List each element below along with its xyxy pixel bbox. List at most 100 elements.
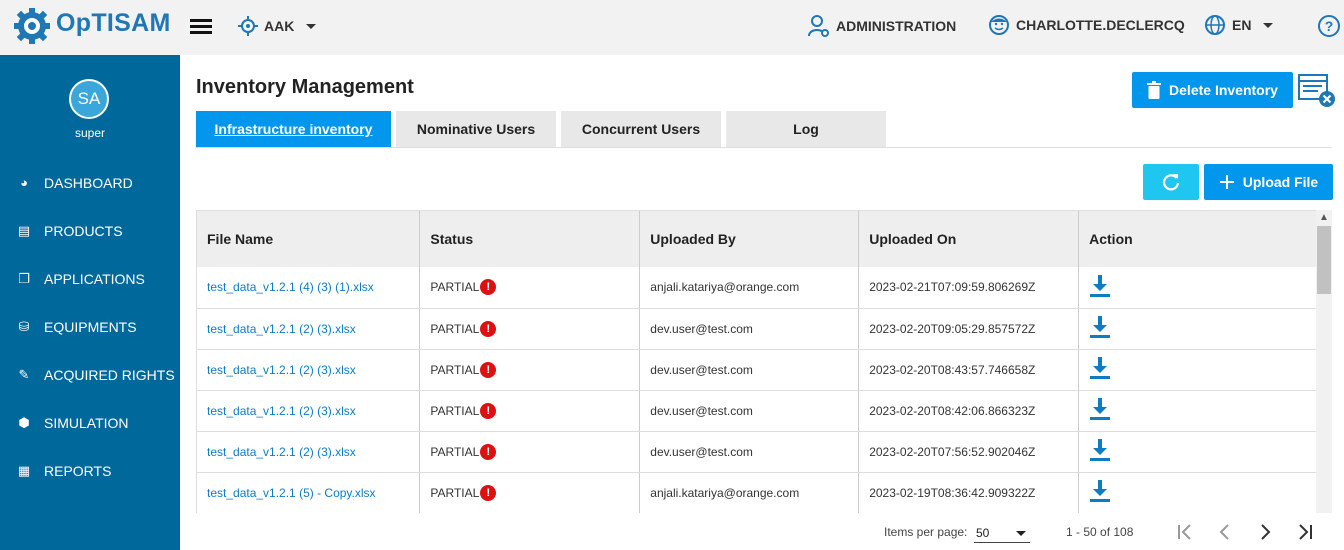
products-icon: ▤	[17, 223, 31, 238]
language-label: EN	[1232, 17, 1252, 33]
status-cell: PARTIAL!	[419, 308, 641, 350]
error-icon[interactable]: !	[480, 361, 497, 378]
table-row: test_data_v1.2.1 (2) (3).xlsx PARTIAL! d…	[197, 431, 1317, 473]
logo[interactable]: OpTISAM	[0, 0, 180, 55]
status-text: PARTIAL	[430, 321, 480, 336]
sidebar-item-label: REPORTS	[44, 463, 112, 479]
tab-infrastructure-inventory[interactable]: Infrastructure inventory	[196, 111, 391, 147]
file-name-link[interactable]: test_data_v1.2.1 (2) (3).xlsx	[197, 390, 421, 432]
inventory-table: File Name Status Uploaded By Uploaded On…	[196, 210, 1332, 550]
gear-logo-icon	[14, 8, 50, 44]
status-cell: PARTIAL!	[419, 267, 641, 309]
user-label: CHARLOTTE.DECLERCQ	[1016, 17, 1185, 33]
file-name-link[interactable]: test_data_v1.2.1 (4) (3) (1).xlsx	[197, 267, 421, 309]
plus-icon	[1219, 175, 1234, 189]
first-page-icon[interactable]	[1174, 521, 1196, 543]
tenant-label: AAK	[264, 18, 295, 34]
top-bar: OpTISAM AAK ADMINISTRATION CHARLOTTE.DEC…	[0, 0, 1344, 55]
avatar[interactable]: SA	[69, 79, 109, 119]
tab-log[interactable]: Log	[726, 111, 886, 147]
refresh-icon	[1162, 174, 1180, 191]
download-icon[interactable]	[1089, 397, 1111, 424]
tab-bar: Infrastructure inventory Nominative User…	[196, 111, 886, 147]
uploaded-by-cell: anjali.katariya@orange.com	[639, 472, 860, 514]
status-cell: PARTIAL!	[419, 431, 641, 473]
action-cell	[1078, 390, 1317, 432]
sidebar-item-label: APPLICATIONS	[44, 271, 145, 287]
column-header-file-name[interactable]: File Name	[197, 211, 421, 267]
next-page-icon[interactable]	[1254, 521, 1276, 543]
column-header-uploaded-by[interactable]: Uploaded By	[639, 211, 860, 267]
download-icon[interactable]	[1089, 438, 1111, 465]
error-icon[interactable]: !	[480, 402, 497, 419]
sidebar-item-equipments[interactable]: ⛁ EQUIPMENTS	[0, 307, 180, 347]
action-cell	[1078, 472, 1317, 514]
status-text: PARTIAL	[430, 280, 480, 295]
help-icon[interactable]: ?	[1318, 15, 1340, 37]
items-per-page-label: Items per page:	[884, 525, 968, 539]
sidebar-item-simulation[interactable]: ⬢ SIMULATION	[0, 403, 180, 443]
sidebar-item-reports[interactable]: ▦ REPORTS	[0, 451, 180, 491]
status-cell: PARTIAL!	[419, 349, 641, 391]
chevron-down-icon	[1263, 22, 1274, 28]
previous-page-icon[interactable]	[1214, 521, 1236, 543]
sidebar-item-dashboard[interactable]: ◕ DASHBOARD	[0, 163, 180, 203]
table-header-row: File Name Status Uploaded By Uploaded On…	[197, 211, 1317, 267]
last-page-icon[interactable]	[1294, 521, 1316, 543]
error-icon[interactable]: !	[480, 279, 497, 296]
simulation-icon: ⬢	[18, 415, 30, 430]
scroll-up-icon[interactable]: ▲	[1316, 210, 1332, 226]
menu-toggle-button[interactable]	[190, 16, 212, 38]
sidebar-item-label: PRODUCTS	[44, 223, 123, 239]
tab-nominative-users[interactable]: Nominative Users	[396, 111, 556, 147]
sidebar-item-label: ACQUIRED RIGHTS	[44, 367, 175, 383]
tab-concurrent-users[interactable]: Concurrent Users	[561, 111, 721, 147]
sidebar-item-label: SIMULATION	[44, 415, 129, 431]
sidebar: SA super ◕ DASHBOARD ▤ PRODUCTS ❐ APPLIC…	[0, 55, 180, 550]
uploaded-by-cell: dev.user@test.com	[639, 390, 860, 432]
uploaded-on-cell: 2023-02-20T09:05:29.857572Z	[858, 308, 1080, 350]
download-icon[interactable]	[1089, 315, 1111, 342]
refresh-button[interactable]	[1143, 164, 1199, 200]
download-icon[interactable]	[1089, 274, 1111, 301]
delete-inventory-button[interactable]: Delete Inventory	[1132, 72, 1293, 108]
file-name-link[interactable]: test_data_v1.2.1 (2) (3).xlsx	[197, 308, 421, 350]
uploaded-on-cell: 2023-02-21T07:09:59.806269Z	[858, 267, 1080, 309]
uploaded-by-cell: dev.user@test.com	[639, 349, 860, 391]
app-name: OpTISAM	[56, 9, 171, 37]
user-menu[interactable]: CHARLOTTE.DECLERCQ	[988, 14, 1185, 36]
file-name-link[interactable]: test_data_v1.2.1 (5) - Copy.xlsx	[197, 472, 421, 514]
table-row: test_data_v1.2.1 (2) (3).xlsx PARTIAL! d…	[197, 349, 1317, 391]
inventory-delete-icon[interactable]	[1298, 73, 1336, 109]
page-title: Inventory Management	[196, 76, 414, 98]
acquired-rights-icon: ✎	[18, 367, 30, 382]
column-header-action: Action	[1078, 211, 1317, 267]
column-header-uploaded-on[interactable]: Uploaded On	[858, 211, 1080, 267]
dashboard-icon: ◕	[20, 175, 28, 190]
delete-inventory-label: Delete Inventory	[1169, 82, 1278, 98]
paginator: Items per page: 50 1 - 50 of 108	[196, 513, 1332, 550]
sidebar-item-products[interactable]: ▤ PRODUCTS	[0, 211, 180, 251]
column-header-status[interactable]: Status	[419, 211, 641, 267]
sidebar-item-acquired-rights[interactable]: ✎ ACQUIRED RIGHTS	[0, 355, 180, 395]
upload-file-button[interactable]: Upload File	[1204, 164, 1333, 200]
table-row: test_data_v1.2.1 (4) (3) (1).xlsx PARTIA…	[197, 267, 1317, 309]
file-name-link[interactable]: test_data_v1.2.1 (2) (3).xlsx	[197, 431, 421, 473]
sidebar-item-applications[interactable]: ❐ APPLICATIONS	[0, 259, 180, 299]
download-icon[interactable]	[1089, 479, 1111, 506]
error-icon[interactable]: !	[480, 484, 497, 501]
chevron-down-icon	[1016, 531, 1026, 536]
tenant-selector[interactable]: AAK	[238, 16, 317, 36]
error-icon[interactable]: !	[480, 320, 497, 337]
administration-menu[interactable]: ADMINISTRATION	[808, 14, 956, 38]
uploaded-by-cell: dev.user@test.com	[639, 308, 860, 350]
table-row: test_data_v1.2.1 (2) (3).xlsx PARTIAL! d…	[197, 308, 1317, 350]
status-cell: PARTIAL!	[419, 390, 641, 432]
error-icon[interactable]: !	[480, 443, 497, 460]
globe-icon	[1205, 15, 1225, 35]
crosshair-icon	[238, 16, 258, 36]
language-selector[interactable]: EN	[1204, 14, 1274, 36]
download-icon[interactable]	[1089, 356, 1111, 383]
scrollbar-thumb[interactable]	[1317, 226, 1331, 294]
file-name-link[interactable]: test_data_v1.2.1 (2) (3).xlsx	[197, 349, 421, 391]
